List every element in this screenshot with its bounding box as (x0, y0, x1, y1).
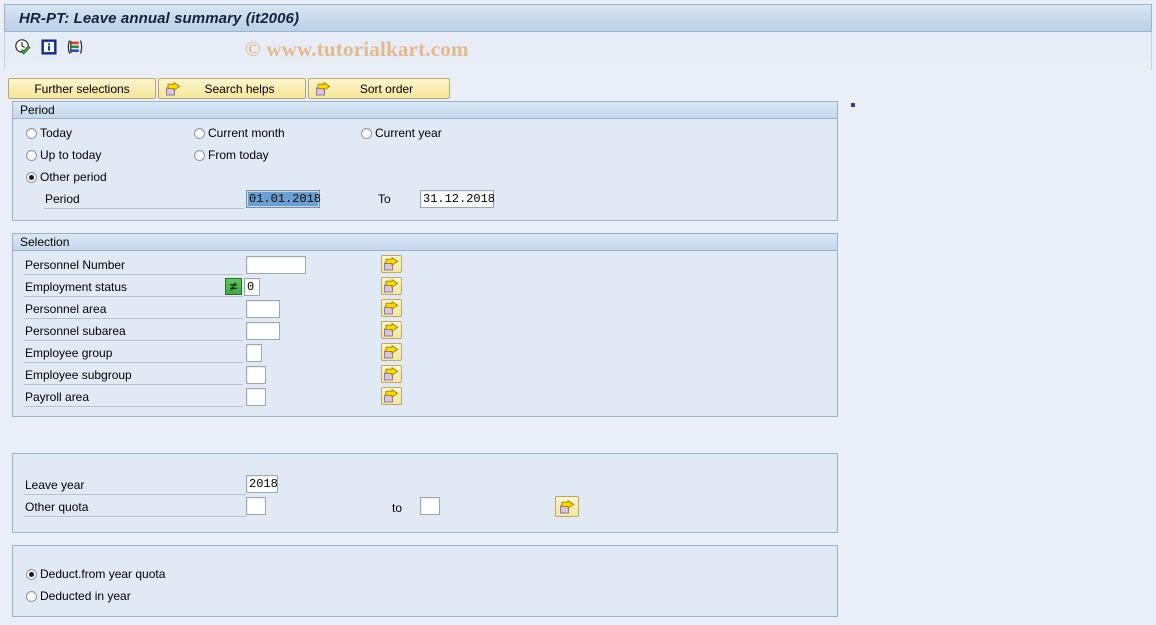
personnel-subarea-label: Personnel subarea (24, 323, 243, 341)
radio-from-today[interactable]: From today (194, 148, 269, 162)
employee-group-multi-select-button[interactable] (381, 343, 402, 361)
selection-group-header: Selection (13, 234, 837, 251)
leave-year-input[interactable]: 2018 (246, 475, 278, 493)
personnel-subarea-input[interactable] (246, 322, 280, 340)
radio-from-today-label: From today (208, 148, 269, 162)
period-to-input[interactable]: 31.12.2018 (420, 190, 495, 208)
radio-current-year-label: Current year (375, 126, 442, 140)
watermark-text: © www.tutorialkart.com (245, 37, 469, 61)
radio-indicator (26, 590, 37, 602)
other-quota-from-input[interactable] (246, 497, 266, 515)
radio-deduct-from-year-quota-label: Deduct.from year quota (40, 567, 166, 581)
radio-indicator (26, 149, 37, 161)
personnel-area-input[interactable] (246, 300, 280, 318)
radio-indicator (194, 127, 205, 139)
marker-dot (851, 103, 855, 107)
personnel-subarea-multi-select-button[interactable] (381, 321, 402, 339)
other-quota-to-label: to (392, 501, 403, 515)
leave-year-label: Leave year (24, 477, 246, 495)
period-from-input[interactable]: 01.01.2018 (246, 190, 321, 208)
page-title: HR-PT: Leave annual summary (it2006) (19, 9, 300, 27)
period-to-label: To (378, 192, 391, 206)
other-quota-to-input[interactable] (420, 497, 440, 515)
period-group-header: Period (13, 102, 837, 119)
employee-subgroup-multi-select-button[interactable] (381, 365, 402, 383)
information-icon[interactable] (39, 37, 59, 57)
application-toolbar (4, 32, 1152, 61)
radio-up-to-today[interactable]: Up to today (26, 148, 101, 162)
action-button-row: Further selections Search helps Sort ord… (8, 78, 450, 99)
arrow-folder-icon (165, 81, 181, 96)
payroll-area-multi-select-button[interactable] (381, 387, 402, 405)
radio-today[interactable]: Today (26, 126, 72, 140)
sort-order-button[interactable]: Sort order (308, 78, 450, 99)
search-helps-button[interactable]: Search helps (158, 78, 306, 99)
variant-icon[interactable] (65, 37, 85, 57)
radio-indicator (26, 171, 37, 183)
search-helps-label: Search helps (204, 81, 275, 96)
radio-indicator (194, 149, 205, 161)
radio-current-year[interactable]: Current year (361, 126, 442, 140)
employee-subgroup-label: Employee subgroup (24, 367, 243, 385)
radio-current-month[interactable]: Current month (194, 126, 285, 140)
employment-status-operator-button[interactable]: ≠ (225, 278, 242, 295)
payroll-area-label: Payroll area (24, 389, 243, 407)
other-quota-multi-select-button[interactable] (555, 496, 579, 517)
employment-status-label: Employment status (24, 279, 243, 297)
personnel-area-multi-select-button[interactable] (381, 299, 402, 317)
radio-indicator (26, 568, 37, 580)
employee-group-input[interactable] (246, 344, 262, 362)
radio-other-period-label: Other period (40, 170, 107, 184)
execute-clock-icon[interactable] (13, 37, 33, 57)
arrow-folder-icon (315, 81, 331, 96)
radio-indicator (26, 127, 37, 139)
further-selections-button[interactable]: Further selections (8, 78, 156, 99)
sort-order-label: Sort order (359, 81, 414, 96)
radio-indicator (361, 127, 372, 139)
radio-deduct-from-year-quota[interactable]: Deduct.from year quota (26, 567, 165, 581)
further-selections-label: Further selections (34, 81, 130, 96)
period-field-label: Period (44, 191, 244, 209)
other-quota-label: Other quota (24, 499, 246, 517)
radio-deducted-in-year-label: Deducted in year (40, 589, 131, 603)
employment-status-multi-select-button[interactable] (381, 277, 402, 295)
personnel-number-label: Personnel Number (24, 257, 243, 275)
payroll-area-input[interactable] (246, 388, 266, 406)
employment-status-input[interactable]: 0 (244, 278, 260, 296)
radio-current-month-label: Current month (208, 126, 285, 140)
radio-deducted-in-year[interactable]: Deducted in year (26, 589, 131, 603)
radio-other-period[interactable]: Other period (26, 170, 107, 184)
employee-subgroup-input[interactable] (246, 366, 266, 384)
toolbar-separator (4, 61, 1152, 70)
personnel-number-multi-select-button[interactable] (381, 255, 402, 273)
personnel-area-label: Personnel area (24, 301, 243, 319)
employee-group-label: Employee group (24, 345, 243, 363)
deduction-panel (12, 545, 838, 617)
personnel-number-input[interactable] (246, 256, 306, 274)
radio-up-to-today-label: Up to today (40, 148, 102, 162)
window-title-bar: HR-PT: Leave annual summary (it2006) (4, 4, 1152, 32)
radio-today-label: Today (40, 126, 73, 140)
